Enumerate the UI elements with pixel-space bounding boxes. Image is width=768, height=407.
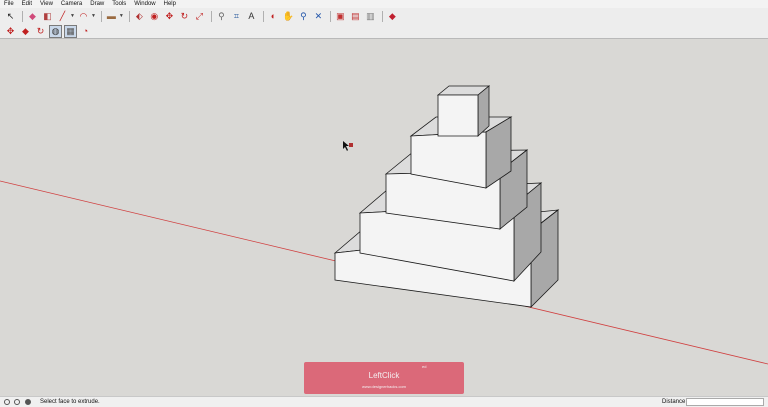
tape-measure-tool-icon[interactable]: ⚲ xyxy=(215,10,228,23)
push-pull-cursor-icon xyxy=(343,141,353,151)
paint-bucket-tool-icon[interactable]: ◧ xyxy=(41,10,54,23)
toolbar-separator xyxy=(381,10,383,22)
dimension-tool-icon[interactable]: ⌗ xyxy=(230,10,243,23)
menu-tools[interactable]: Tools xyxy=(108,0,130,8)
toolbar-separator xyxy=(128,10,130,22)
camera-walk-icon[interactable]: ◍ xyxy=(49,24,62,38)
model-viewport[interactable] xyxy=(0,40,768,396)
click-indicator-overlay: ed LeftClick www.designerhacks.com xyxy=(304,362,464,394)
menu-file[interactable]: File xyxy=(0,0,18,8)
warehouse-icon[interactable]: ▣ xyxy=(334,10,347,23)
arc-tool-icon[interactable]: ◠ xyxy=(77,10,90,23)
dropdown-caret-icon[interactable]: ▼ xyxy=(70,13,75,19)
scale-tool-icon[interactable]: ⤢ xyxy=(193,10,206,23)
menu-window[interactable]: Window xyxy=(130,0,159,8)
geo-location-icon[interactable] xyxy=(4,399,10,405)
orbit-tool-icon[interactable]: ◐ xyxy=(267,10,280,23)
watermark-site: www.designerhacks.com xyxy=(361,384,407,389)
eraser-tool-icon[interactable]: ◆ xyxy=(26,10,39,23)
dropdown-caret-icon[interactable]: ▼ xyxy=(91,13,96,19)
camera-position-icon[interactable]: ▦ xyxy=(64,24,77,38)
toolbar-separator xyxy=(262,10,264,22)
measurements-label: Distance xyxy=(662,399,686,405)
menu-bar: File Edit View Camera Draw Tools Window Help xyxy=(0,0,768,8)
toolbar-separator xyxy=(100,10,102,22)
model-canvas[interactable] xyxy=(0,40,768,396)
camera-move-icon[interactable]: ✥ xyxy=(4,25,17,38)
push-pull-tool-icon[interactable]: ⬖ xyxy=(133,10,146,23)
dropdown-caret-icon[interactable]: ▼ xyxy=(119,13,124,19)
main-toolbar: ↖ ◆ ◧ ╱ ▼ ◠ ▼ ▬ ▼ ⬖ ◉ ✥ ↻ ⤢ ⚲ ⌗ A ◐ ✋ ⚲ ✕ ▣ ▤ ▥ ◆ xyxy=(0,8,768,24)
toolbar-separator xyxy=(329,10,331,22)
menu-view[interactable]: View xyxy=(36,0,57,8)
select-tool-icon[interactable]: ↖ xyxy=(4,10,17,23)
zoom-tool-icon[interactable]: ⚲ xyxy=(297,10,310,23)
share-model-icon[interactable]: ▥ xyxy=(364,10,377,23)
camera-orbit-icon[interactable]: ◆ xyxy=(19,25,32,38)
credits-icon[interactable] xyxy=(14,399,20,405)
menu-help[interactable]: Help xyxy=(160,0,180,8)
camera-look-icon[interactable]: ◔ xyxy=(79,25,92,38)
status-message: Select face to extrude. xyxy=(40,399,100,405)
camera-toolbar: ✥ ◆ ↻ ◍ ▦ ◔ xyxy=(0,24,768,39)
camera-rotate-icon[interactable]: ↻ xyxy=(34,25,47,38)
toolbar-separator xyxy=(210,10,212,22)
line-tool-icon[interactable]: ╱ xyxy=(56,10,69,23)
user-account-icon[interactable] xyxy=(25,399,31,405)
overlay-mark: ed xyxy=(422,364,427,369)
click-label: LeftClick xyxy=(368,371,400,380)
status-bar: Select face to extrude. Distance xyxy=(0,396,768,407)
measurements-input[interactable] xyxy=(686,398,764,406)
zoom-extents-tool-icon[interactable]: ✕ xyxy=(312,10,325,23)
pyramid-tier-5[interactable] xyxy=(436,85,491,137)
extension-warehouse-icon[interactable]: ▤ xyxy=(349,10,362,23)
menu-edit[interactable]: Edit xyxy=(18,0,36,8)
menu-draw[interactable]: Draw xyxy=(86,0,108,8)
rotate-tool-icon[interactable]: ↻ xyxy=(178,10,191,23)
ruby-console-icon[interactable]: ◆ xyxy=(386,10,399,23)
toolbar-separator xyxy=(22,10,23,22)
offset-tool-icon[interactable]: ◉ xyxy=(148,10,161,23)
move-tool-icon[interactable]: ✥ xyxy=(163,10,176,23)
pan-tool-icon[interactable]: ✋ xyxy=(282,10,295,23)
menu-camera[interactable]: Camera xyxy=(57,0,86,8)
rectangle-tool-icon[interactable]: ▬ xyxy=(105,10,118,23)
text-tool-icon[interactable]: A xyxy=(245,10,258,23)
